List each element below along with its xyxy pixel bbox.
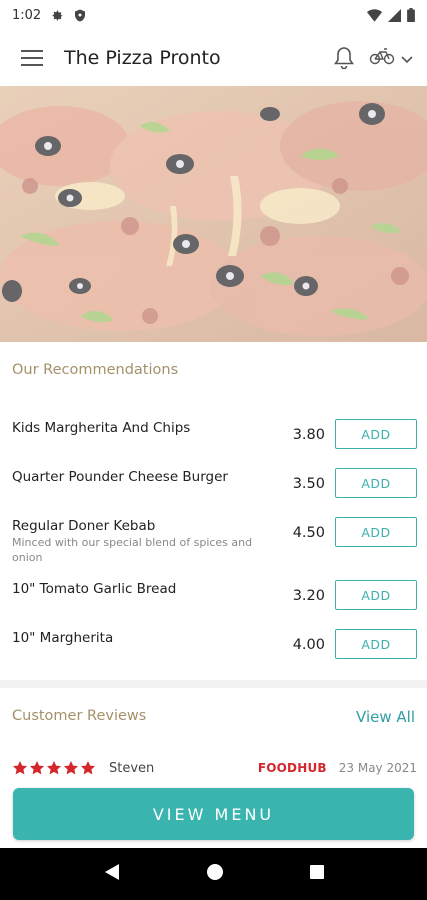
bell-icon[interactable] — [333, 46, 355, 70]
status-time: 1:02 — [12, 7, 42, 23]
add-button[interactable]: ADD — [335, 580, 417, 610]
app-title: The Pizza Pronto — [64, 47, 221, 69]
star-icon — [30, 761, 44, 775]
view-all-reviews-link[interactable]: View All — [356, 708, 415, 726]
add-button[interactable]: ADD — [335, 419, 417, 449]
add-button[interactable]: ADD — [335, 629, 417, 659]
view-menu-button[interactable]: VIEW MENU — [13, 788, 414, 840]
item-price: 3.20 — [292, 588, 325, 604]
add-button[interactable]: ADD — [335, 468, 417, 498]
recommendations-title: Our Recommendations — [12, 362, 179, 378]
list-item: 10" Tomato Garlic Bread 3.20 ADD — [0, 573, 427, 617]
battery-icon — [407, 8, 415, 22]
list-item: Quarter Pounder Cheese Burger 3.50 ADD — [0, 461, 427, 505]
status-bar: 1:02 — [0, 0, 427, 30]
star-icon — [47, 761, 61, 775]
back-icon[interactable] — [103, 863, 121, 885]
star-icon — [13, 761, 27, 775]
item-description: Minced with our special blend of spices … — [12, 536, 253, 564]
list-item: 10" Margherita 4.00 ADD — [0, 622, 427, 666]
item-name: 10" Margherita — [12, 630, 114, 646]
section-divider — [0, 680, 427, 688]
review-date: 23 May 2021 — [338, 761, 417, 775]
reviewer-name: Steven — [109, 760, 155, 776]
shield-icon — [74, 9, 86, 22]
recents-icon[interactable] — [309, 864, 325, 884]
hamburger-menu-icon[interactable] — [18, 44, 46, 72]
item-name: 10" Tomato Garlic Bread — [12, 581, 177, 597]
delivery-mode-selector[interactable] — [369, 46, 413, 70]
signal-icon — [388, 8, 401, 22]
item-price: 3.50 — [292, 476, 325, 492]
star-rating — [12, 760, 96, 776]
item-price: 4.50 — [292, 525, 325, 541]
add-button[interactable]: ADD — [335, 517, 417, 547]
list-item: Kids Margherita And Chips 3.80 ADD — [0, 412, 427, 456]
system-nav-bar — [0, 848, 427, 900]
gear-icon — [51, 9, 64, 22]
star-icon — [81, 761, 95, 775]
review-source-logo: FOODHUB — [257, 761, 327, 775]
item-name: Quarter Pounder Cheese Burger — [12, 469, 228, 485]
app-bar: The Pizza Pronto — [0, 30, 427, 86]
item-price: 3.80 — [292, 427, 325, 443]
item-price: 4.00 — [292, 637, 325, 653]
chevron-down-icon — [401, 49, 413, 68]
wifi-icon — [367, 8, 382, 22]
item-name: Regular Doner Kebab — [12, 518, 156, 534]
star-icon — [64, 761, 78, 775]
hero-pizza-image — [0, 86, 427, 342]
review-item: Steven FOODHUB 23 May 2021 — [12, 756, 417, 780]
item-name: Kids Margherita And Chips — [12, 420, 191, 436]
list-item: Regular Doner Kebab Minced with our spec… — [0, 510, 427, 564]
reviews-title: Customer Reviews — [12, 708, 147, 724]
bicycle-icon — [369, 46, 395, 70]
home-icon[interactable] — [206, 863, 224, 885]
